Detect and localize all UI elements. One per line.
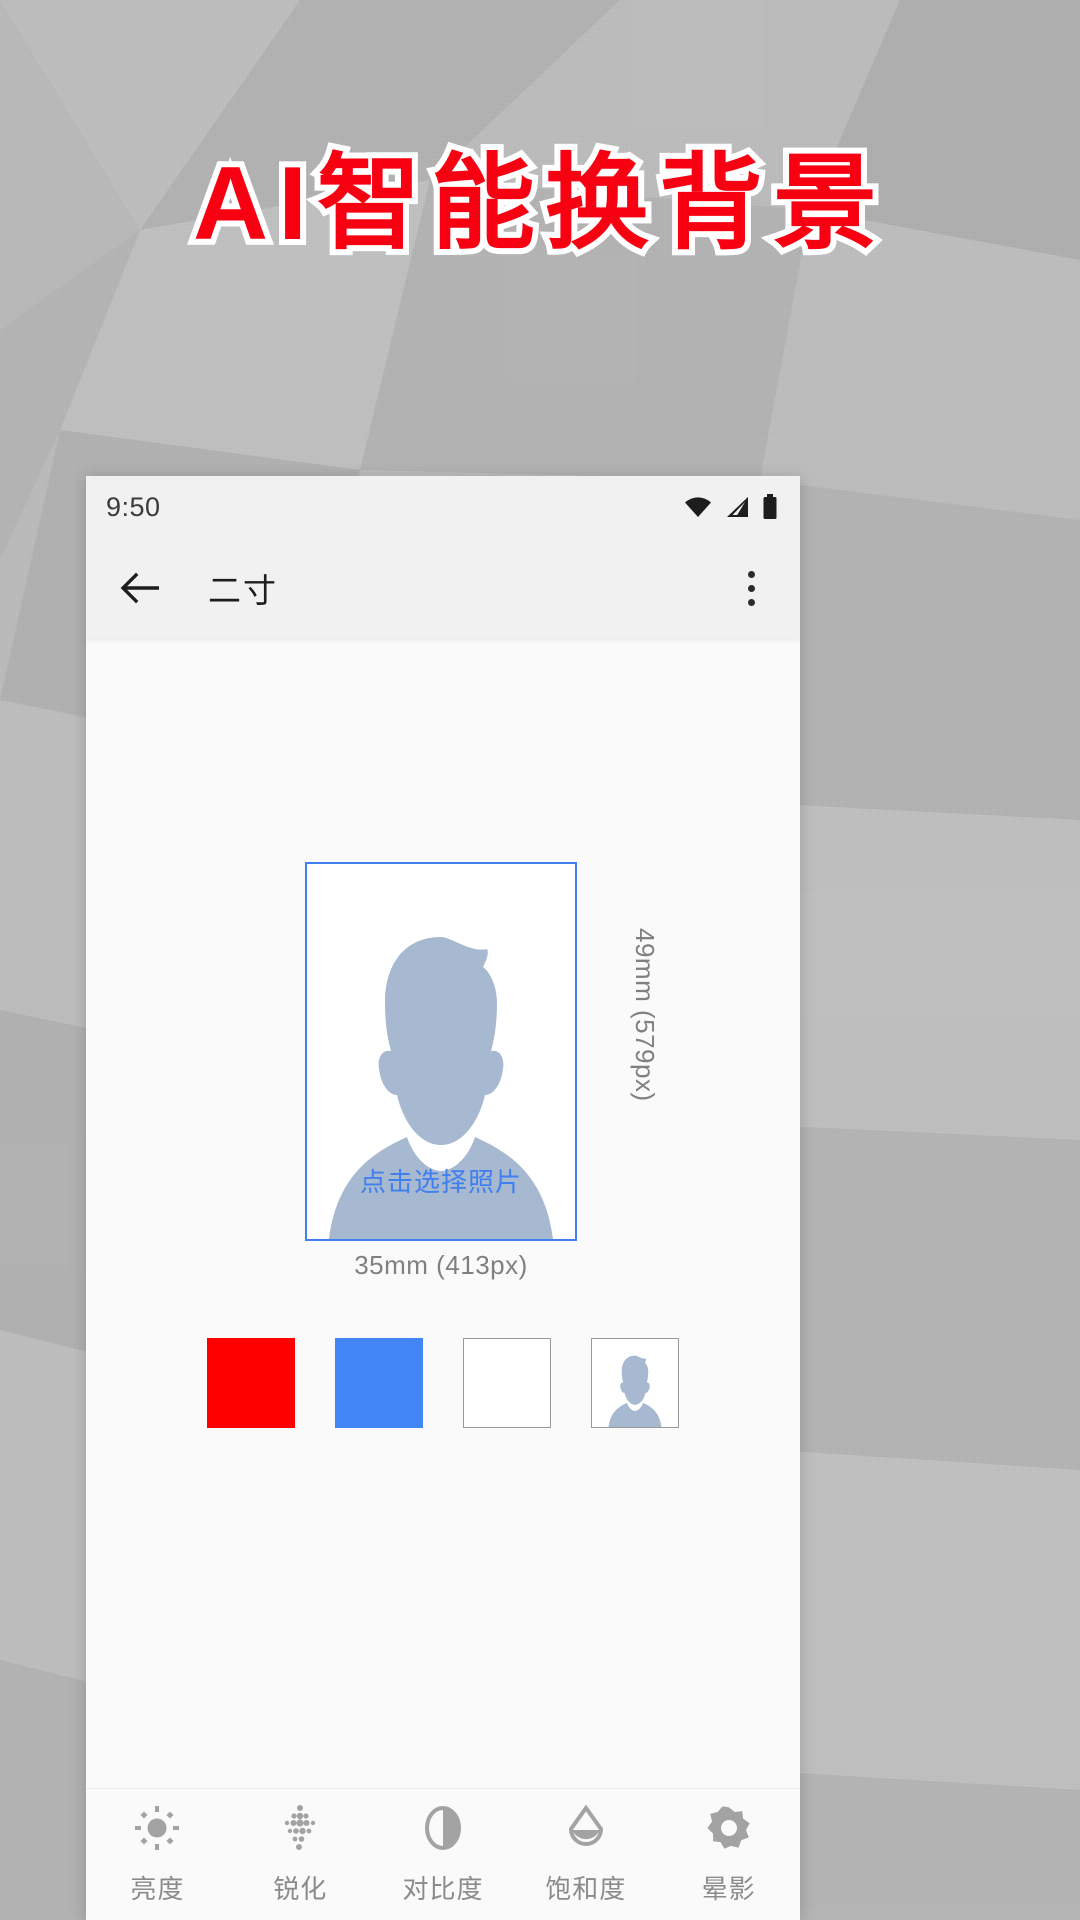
tool-contrast[interactable]: 对比度: [372, 1803, 515, 1906]
tool-brightness[interactable]: 亮度: [86, 1803, 229, 1906]
tool-saturation[interactable]: 饱和度: [514, 1803, 657, 1906]
tool-label: 晕影: [701, 1874, 756, 1904]
page-title: 二寸: [208, 572, 278, 609]
photo-width-label: 35mm (413px): [354, 1250, 528, 1280]
tool-label: 饱和度: [545, 1874, 627, 1904]
status-icons: [683, 494, 778, 520]
sharpen-icon: [275, 1803, 325, 1853]
editor-content: 点击选择照片 35mm (413px) 49mm (579px) 亮度 锐化 对…: [86, 638, 800, 1920]
tool-vignette[interactable]: 晕影: [657, 1803, 800, 1906]
tool-label: 锐化: [273, 1874, 328, 1904]
overflow-menu-icon: [747, 598, 755, 606]
cellular-signal-icon: [727, 497, 748, 517]
pick-photo-hint[interactable]: 点击选择照片: [307, 1162, 575, 1199]
adjust-toolbar: 亮度 锐化 对比度 饱和度 晕影: [86, 1788, 800, 1920]
status-clock: 9:50: [106, 491, 161, 522]
overflow-menu-icon: [747, 584, 755, 592]
photo-placeholder[interactable]: 点击选择照片: [305, 862, 577, 1241]
background-swatch-row: [86, 1338, 800, 1428]
photo-preview-area: 点击选择照片 35mm (413px) 49mm (579px): [86, 638, 800, 1920]
photo-height-label: 49mm (579px): [630, 928, 660, 1102]
phone-screen: 9:50 二寸 点击选择照片 35mm (413px) 49mm (579px)…: [86, 476, 800, 1920]
overflow-menu-button[interactable]: [724, 559, 778, 617]
tool-sharpen[interactable]: 锐化: [229, 1803, 372, 1906]
tool-label: 亮度: [130, 1874, 185, 1904]
red-background-swatch[interactable]: [207, 1338, 295, 1428]
person-silhouette-icon: [608, 1355, 662, 1427]
promo-headline: AI智能换背景: [187, 140, 887, 268]
wifi-icon: [685, 497, 711, 517]
blue-background-swatch[interactable]: [335, 1338, 423, 1428]
back-arrow-icon: [120, 572, 159, 604]
white-background-swatch[interactable]: [463, 1338, 551, 1428]
battery-icon: [763, 494, 777, 519]
back-button[interactable]: [112, 559, 170, 617]
status-bar: 9:50: [86, 476, 800, 538]
original-photo-swatch[interactable]: [591, 1338, 679, 1428]
brightness-icon: [132, 1803, 182, 1853]
contrast-icon: [418, 1803, 468, 1853]
app-toolbar: 二寸: [86, 538, 800, 638]
saturation-icon: [561, 1803, 611, 1853]
tool-label: 对比度: [402, 1874, 484, 1904]
vignette-icon: [704, 1803, 754, 1853]
overflow-menu-icon: [747, 570, 755, 578]
